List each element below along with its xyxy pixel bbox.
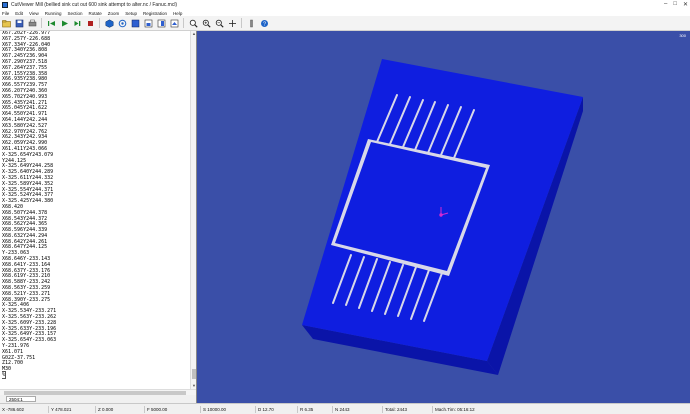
menu-rotate[interactable]: Rotate	[89, 11, 102, 16]
scroll-thumb[interactable]	[192, 369, 196, 379]
cube-icon[interactable]	[105, 19, 114, 28]
toolbar-separator	[41, 18, 42, 28]
window-title: CutViewer Mill (bellied sink cut out 600…	[11, 2, 178, 8]
status-feed: F 5000.00	[145, 406, 201, 413]
toolbar: ?	[0, 16, 690, 31]
tool-icon[interactable]	[247, 19, 256, 28]
view-front-icon[interactable]	[144, 19, 153, 28]
menu-running[interactable]: Running	[45, 11, 62, 16]
status-y: Y 478.021	[49, 406, 96, 413]
menu-section[interactable]: Section	[67, 11, 82, 16]
status-x: X -786.602	[0, 406, 49, 413]
zoom-out-icon[interactable]	[215, 19, 224, 28]
view-iso-icon[interactable]	[170, 19, 179, 28]
orbit-icon[interactable]	[118, 19, 127, 28]
step-icon[interactable]	[73, 19, 82, 28]
menu-setup[interactable]: Setup	[125, 11, 137, 16]
status-total: Total: 2443	[383, 406, 433, 413]
view-side-icon[interactable]	[157, 19, 166, 28]
nc-code-listing[interactable]: X67.202Y-226.977 X67.257Y-226.688 X67.334Y…	[2, 31, 188, 389]
status-radius: R 6.35	[298, 406, 333, 413]
pan-icon[interactable]	[228, 19, 237, 28]
rewind-icon[interactable]	[47, 19, 56, 28]
status-machine-time: Mach.Tim: 05:16:12	[435, 407, 475, 412]
vertical-scrollbar[interactable]: ▲ ▼	[190, 31, 196, 389]
folder-open-icon[interactable]	[2, 19, 11, 28]
toolbar-separator	[183, 18, 184, 28]
maximize-button[interactable]: □	[673, 1, 677, 8]
toolbar-separator	[241, 18, 242, 28]
simulation-canvas[interactable]	[197, 31, 690, 403]
title-bar: CutViewer Mill (bellied sink cut out 600…	[0, 0, 690, 10]
zoom-in-icon[interactable]	[202, 19, 211, 28]
3d-viewport[interactable]: 300	[197, 31, 690, 403]
close-button[interactable]: ✕	[683, 1, 688, 8]
toolbar-separator	[99, 18, 100, 28]
stop-icon[interactable]	[86, 19, 95, 28]
menu-zoom[interactable]: Zoom	[108, 11, 120, 16]
view-top-icon[interactable]	[131, 19, 140, 28]
current-line-cursor: %	[2, 371, 7, 380]
line-number-field: 2504:1	[6, 396, 36, 402]
play-icon[interactable]	[60, 19, 69, 28]
help-icon[interactable]: ?	[260, 19, 269, 28]
menu-file[interactable]: File	[2, 11, 9, 16]
status-z: Z 0.000	[96, 406, 145, 413]
print-icon[interactable]	[28, 19, 37, 28]
scale-label: 300	[679, 33, 686, 38]
minimize-button[interactable]: –	[664, 1, 667, 8]
app-icon	[2, 2, 8, 8]
status-speed: S 10000.00	[201, 406, 256, 413]
status-bar: X -786.602 Y 478.021 Z 0.000 F 5000.00 S…	[0, 403, 690, 414]
zoom-fit-icon[interactable]	[189, 19, 198, 28]
window-controls: – □ ✕	[664, 1, 688, 8]
save-icon[interactable]	[15, 19, 24, 28]
menu-view[interactable]: View	[29, 11, 39, 16]
status-diameter: D 12.70	[256, 406, 298, 413]
nc-code-pane[interactable]: X67.202Y-226.977 X67.257Y-226.688 X67.334Y…	[0, 31, 197, 403]
line-position: 2504:1	[0, 395, 196, 403]
menu-edit[interactable]: Edit	[15, 11, 23, 16]
menu-registration[interactable]: Registration	[143, 11, 167, 16]
status-line: N 2443	[333, 406, 383, 413]
menu-help[interactable]: Help	[173, 11, 182, 16]
svg-text:?: ?	[263, 21, 266, 27]
code-line[interactable]: %	[2, 371, 188, 380]
